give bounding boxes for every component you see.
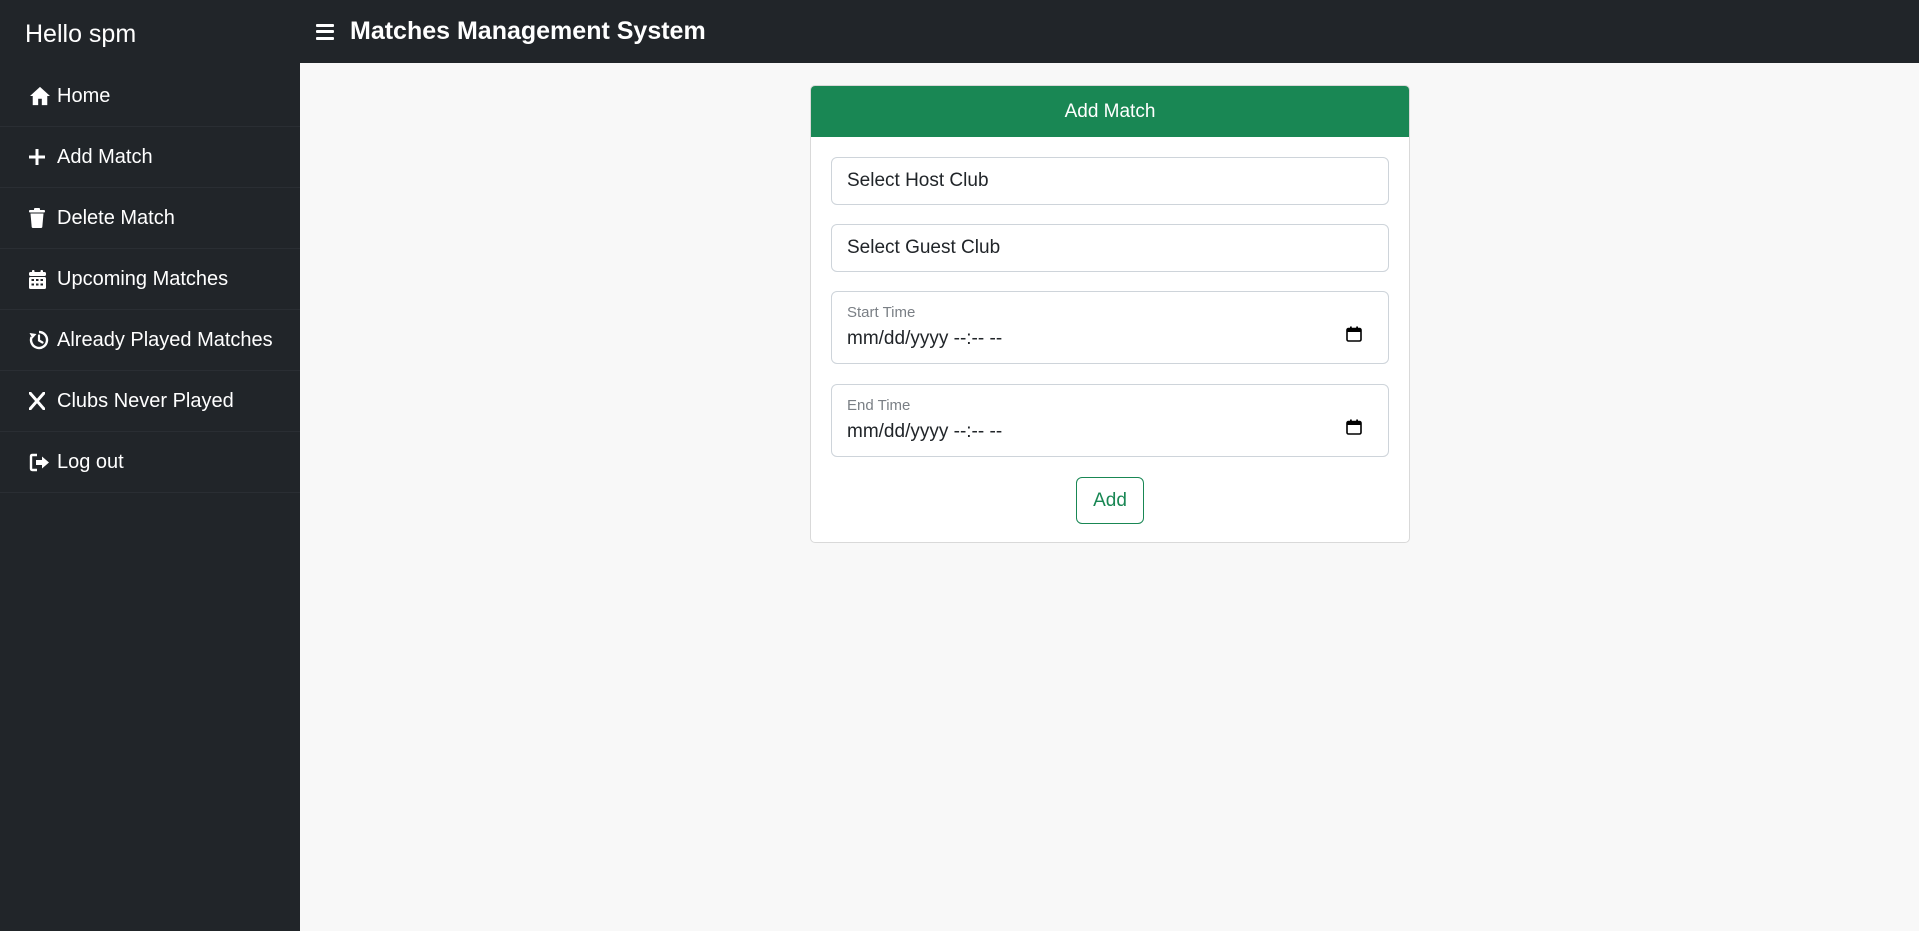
calendar-icon bbox=[29, 267, 53, 291]
sidebar-item-label: Log out bbox=[57, 450, 124, 473]
sidebar-item-clubs-never-played[interactable]: Clubs Never Played bbox=[0, 371, 300, 432]
start-time-field[interactable]: Start Time mm/dd/yyyy --:-- -- bbox=[831, 291, 1389, 364]
calendar-picker-icon[interactable] bbox=[1346, 419, 1362, 435]
x-icon bbox=[29, 389, 53, 413]
sidebar-item-home[interactable]: Home bbox=[0, 66, 300, 127]
sidebar-item-label: Upcoming Matches bbox=[57, 267, 229, 290]
sidebar-item-label: Already Played Matches bbox=[57, 328, 273, 351]
add-button[interactable]: Add bbox=[1076, 477, 1144, 524]
sidebar-greeting: Hello spm bbox=[25, 20, 137, 48]
sidebar-item-already-played-matches[interactable]: Already Played Matches bbox=[0, 310, 300, 371]
sidebar-item-label: Add Match bbox=[57, 145, 153, 168]
sidebar-item-upcoming-matches[interactable]: Upcoming Matches bbox=[0, 249, 300, 310]
sidebar-item-label: Clubs Never Played bbox=[57, 389, 234, 412]
sidebar-item-delete-match[interactable]: Delete Match bbox=[0, 188, 300, 249]
add-match-form: Select Host Club Select Guest Club Start… bbox=[811, 137, 1409, 524]
sidebar-item-add-match[interactable]: Add Match bbox=[0, 127, 300, 188]
end-time-label: End Time bbox=[847, 397, 911, 414]
sidebar-item-label: Home bbox=[57, 84, 111, 107]
home-icon bbox=[29, 84, 53, 108]
logout-icon bbox=[29, 450, 53, 474]
app-title: Matches Management System bbox=[350, 17, 706, 45]
start-time-value[interactable]: mm/dd/yyyy --:-- -- bbox=[847, 328, 1373, 350]
submit-row: Add bbox=[831, 477, 1389, 524]
guest-club-select[interactable]: Select Guest Club bbox=[831, 224, 1389, 272]
top-navbar: Matches Management System bbox=[300, 0, 1919, 63]
main-content: Add Match Select Host Club Select Guest … bbox=[300, 63, 1919, 931]
add-match-card: Add Match Select Host Club Select Guest … bbox=[810, 85, 1410, 543]
calendar-picker-icon[interactable] bbox=[1346, 326, 1362, 342]
plus-icon bbox=[29, 145, 53, 169]
hamburger-menu-icon[interactable] bbox=[316, 23, 334, 40]
end-time-value[interactable]: mm/dd/yyyy --:-- -- bbox=[847, 421, 1373, 443]
card-title: Add Match bbox=[811, 86, 1409, 137]
end-time-field[interactable]: End Time mm/dd/yyyy --:-- -- bbox=[831, 384, 1389, 457]
start-time-label: Start Time bbox=[847, 304, 916, 321]
sidebar-item-log-out[interactable]: Log out bbox=[0, 432, 300, 493]
history-icon bbox=[29, 328, 53, 352]
host-club-select[interactable]: Select Host Club bbox=[831, 157, 1389, 205]
trash-icon bbox=[29, 206, 53, 230]
sidebar-item-label: Delete Match bbox=[57, 206, 175, 229]
sidebar: Hello spm Home Add Match Delete Match Up… bbox=[0, 0, 300, 931]
sidebar-nav: Home Add Match Delete Match Upcoming Mat… bbox=[0, 66, 300, 493]
